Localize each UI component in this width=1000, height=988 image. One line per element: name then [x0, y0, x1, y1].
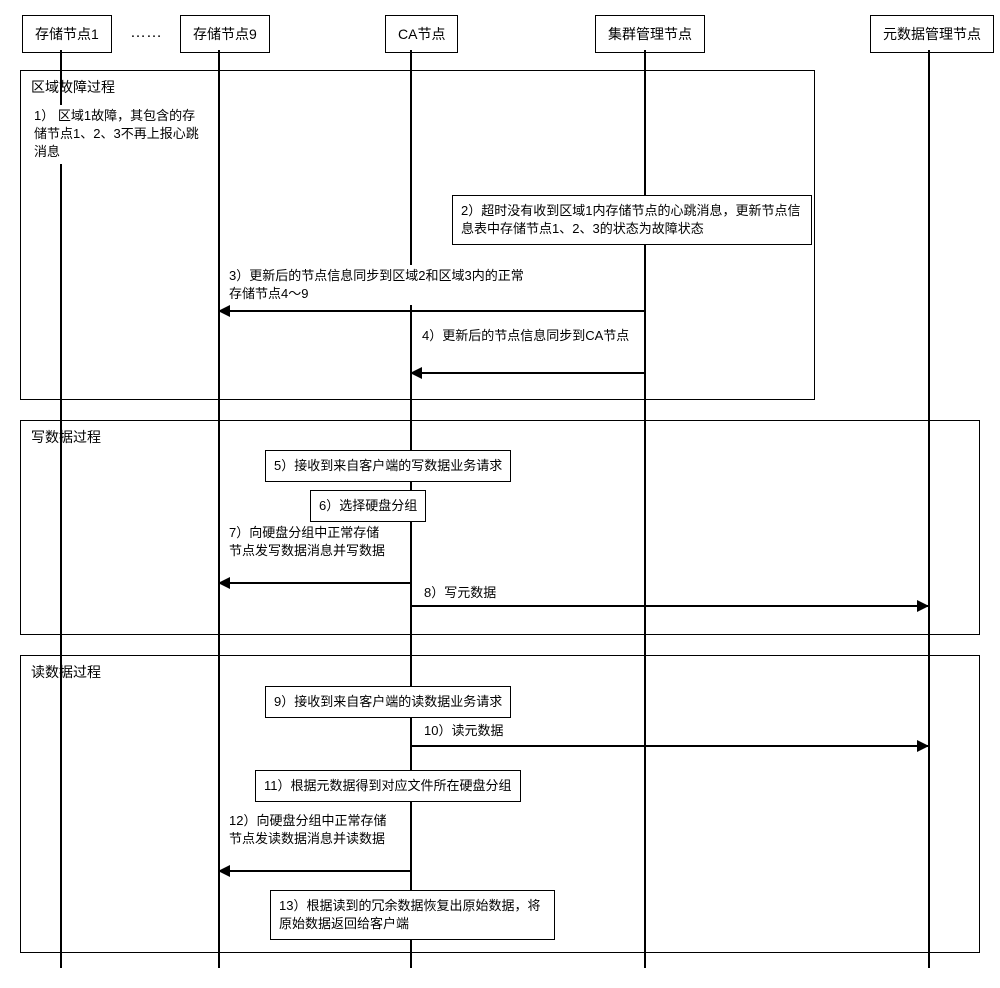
step8-label: 8）写元数据	[420, 582, 500, 604]
step7-label: 7）向硬盘分组中正常存储节点发写数据消息并写数据	[225, 522, 395, 562]
step11-note: 11）根据元数据得到对应文件所在硬盘分组	[255, 770, 521, 802]
step8-arrow	[411, 605, 928, 607]
participant-storage9: 存储节点9	[180, 15, 270, 53]
step3-arrow	[219, 310, 644, 312]
step12-arrow	[219, 870, 410, 872]
step4-label: 4）更新后的节点信息同步到CA节点	[418, 325, 643, 347]
step1-label: 1） 区域1故障，其包含的存储节点1、2、3不再上报心跳消息	[30, 105, 210, 164]
group-fault-title: 区域故障过程	[31, 77, 115, 97]
step2-note: 2）超时没有收到区域1内存储节点的心跳消息，更新节点信息表中存储节点1、2、3的…	[452, 195, 812, 245]
step7-arrow	[219, 582, 410, 584]
step4-arrow	[411, 372, 644, 374]
step12-label: 12）向硬盘分组中正常存储节点发读数据消息并读数据	[225, 810, 395, 850]
participant-storage1: 存储节点1	[22, 15, 112, 53]
group-write-title: 写数据过程	[31, 427, 101, 447]
participant-cluster: 集群管理节点	[595, 15, 705, 53]
ellipsis: ……	[130, 24, 162, 42]
step13-note: 13）根据读到的冗余数据恢复出原始数据，将原始数据返回给客户端	[270, 890, 555, 940]
step5-note: 5）接收到来自客户端的写数据业务请求	[265, 450, 511, 482]
group-read-title: 读数据过程	[31, 662, 101, 682]
step10-arrow	[411, 745, 928, 747]
step6-note: 6）选择硬盘分组	[310, 490, 426, 522]
participant-metadata: 元数据管理节点	[870, 15, 994, 53]
participant-ca: CA节点	[385, 15, 458, 53]
step9-note: 9）接收到来自客户端的读数据业务请求	[265, 686, 511, 718]
step3-label: 3）更新后的节点信息同步到区域2和区域3内的正常存储节点4～9	[225, 265, 535, 305]
step10-label: 10）读元数据	[420, 720, 507, 742]
